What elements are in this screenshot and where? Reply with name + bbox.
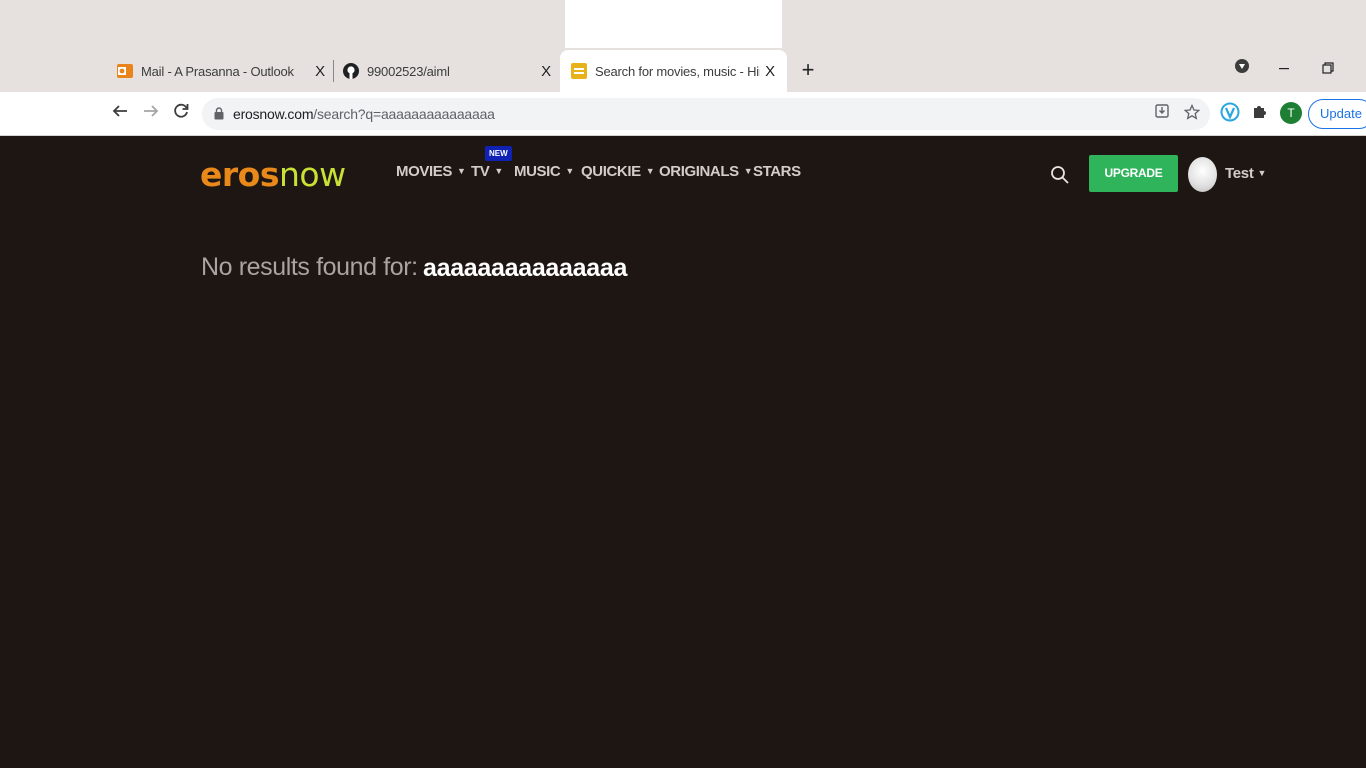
nav-label: MOVIES: [396, 163, 452, 180]
minimize-icon[interactable]: [1273, 58, 1295, 80]
search-icon[interactable]: [1050, 165, 1070, 185]
logo-text-eros: eros: [200, 155, 279, 194]
bookmark-star-icon[interactable]: [1182, 103, 1202, 124]
caret-down-icon: ▼: [494, 166, 503, 176]
user-name-label: Test: [1225, 165, 1254, 182]
no-results-label: No results found for:: [201, 253, 418, 281]
logo-text-now: now: [278, 155, 346, 194]
tab-close-icon[interactable]: X: [311, 63, 329, 80]
install-app-icon[interactable]: [1152, 104, 1172, 124]
erosnow-logo[interactable]: erosnow: [200, 155, 346, 194]
site-header: erosnow MOVIES ▼ NEW TV ▼ MUSIC ▼ QUICKIE ▼ …: [0, 137, 1366, 212]
media-control-icon[interactable]: [1231, 58, 1253, 80]
url-host: erosnow.com: [233, 106, 314, 122]
nav-tv[interactable]: TV ▼: [471, 163, 503, 180]
user-menu[interactable]: Test ▼: [1225, 165, 1266, 182]
nav-label: STARS: [753, 163, 801, 180]
url-text: erosnow.com/search?q=aaaaaaaaaaaaaaa: [233, 106, 495, 122]
nav-quickie[interactable]: QUICKIE ▼: [581, 163, 655, 180]
nav-label: QUICKIE: [581, 163, 641, 180]
caret-down-icon: ▼: [565, 166, 574, 176]
outlook-icon: [117, 63, 133, 79]
tab-title: Search for movies, music - Hindi: [595, 63, 760, 79]
caret-down-icon: ▼: [645, 166, 655, 176]
update-button[interactable]: Update: [1308, 99, 1366, 129]
github-icon: [343, 63, 359, 79]
nav-originals[interactable]: ORIGINALS ▼: [659, 163, 753, 180]
erosnow-favicon: [571, 63, 587, 79]
profile-avatar-icon[interactable]: T: [1280, 102, 1302, 124]
upgrade-button[interactable]: UPGRADE: [1089, 155, 1178, 192]
new-badge: NEW: [485, 146, 512, 161]
caret-down-icon: ▼: [743, 166, 753, 176]
url-path: /search?q=aaaaaaaaaaaaaaa: [313, 106, 495, 122]
tab-separator: [333, 60, 334, 82]
nav-label: ORIGINALS: [659, 163, 739, 180]
reload-icon[interactable]: [169, 102, 193, 126]
extensions-puzzle-icon[interactable]: [1249, 102, 1271, 124]
back-arrow-icon[interactable]: [108, 102, 132, 126]
browser-tab-strip: Mail - A Prasanna - Outlook X 99002523/a…: [0, 0, 1366, 92]
vpn-extension-icon[interactable]: [1219, 102, 1241, 124]
tab-title: Mail - A Prasanna - Outlook: [141, 63, 294, 79]
tab-close-icon[interactable]: X: [761, 63, 779, 80]
new-tab-button[interactable]: +: [797, 57, 819, 83]
tab-close-icon[interactable]: X: [537, 63, 555, 80]
tab-github[interactable]: 99002523/aiml X: [343, 50, 555, 92]
search-query: aaaaaaaaaaaaaaa: [423, 254, 628, 282]
tab-outlook[interactable]: Mail - A Prasanna - Outlook X: [117, 50, 329, 92]
tab-erosnow-active[interactable]: Search for movies, music - Hindi X: [560, 50, 787, 92]
user-avatar[interactable]: [1188, 157, 1217, 192]
nav-stars[interactable]: STARS: [753, 163, 801, 180]
tab-title: 99002523/aiml: [367, 63, 450, 79]
nav-label: TV: [471, 163, 490, 180]
forward-arrow-icon[interactable]: [139, 102, 163, 126]
tab-strip-highlight: [565, 0, 782, 48]
browser-toolbar: erosnow.com/search?q=aaaaaaaaaaaaaaa T: [0, 92, 1366, 136]
restore-icon[interactable]: [1317, 58, 1339, 80]
caret-down-icon: ▼: [456, 166, 466, 176]
address-bar[interactable]: erosnow.com/search?q=aaaaaaaaaaaaaaa: [202, 98, 1210, 130]
lock-icon: [214, 107, 224, 120]
nav-movies[interactable]: MOVIES ▼: [396, 163, 466, 180]
caret-down-icon: ▼: [1257, 168, 1267, 178]
nav-music[interactable]: MUSIC ▼: [514, 163, 574, 180]
nav-label: MUSIC: [514, 163, 561, 180]
